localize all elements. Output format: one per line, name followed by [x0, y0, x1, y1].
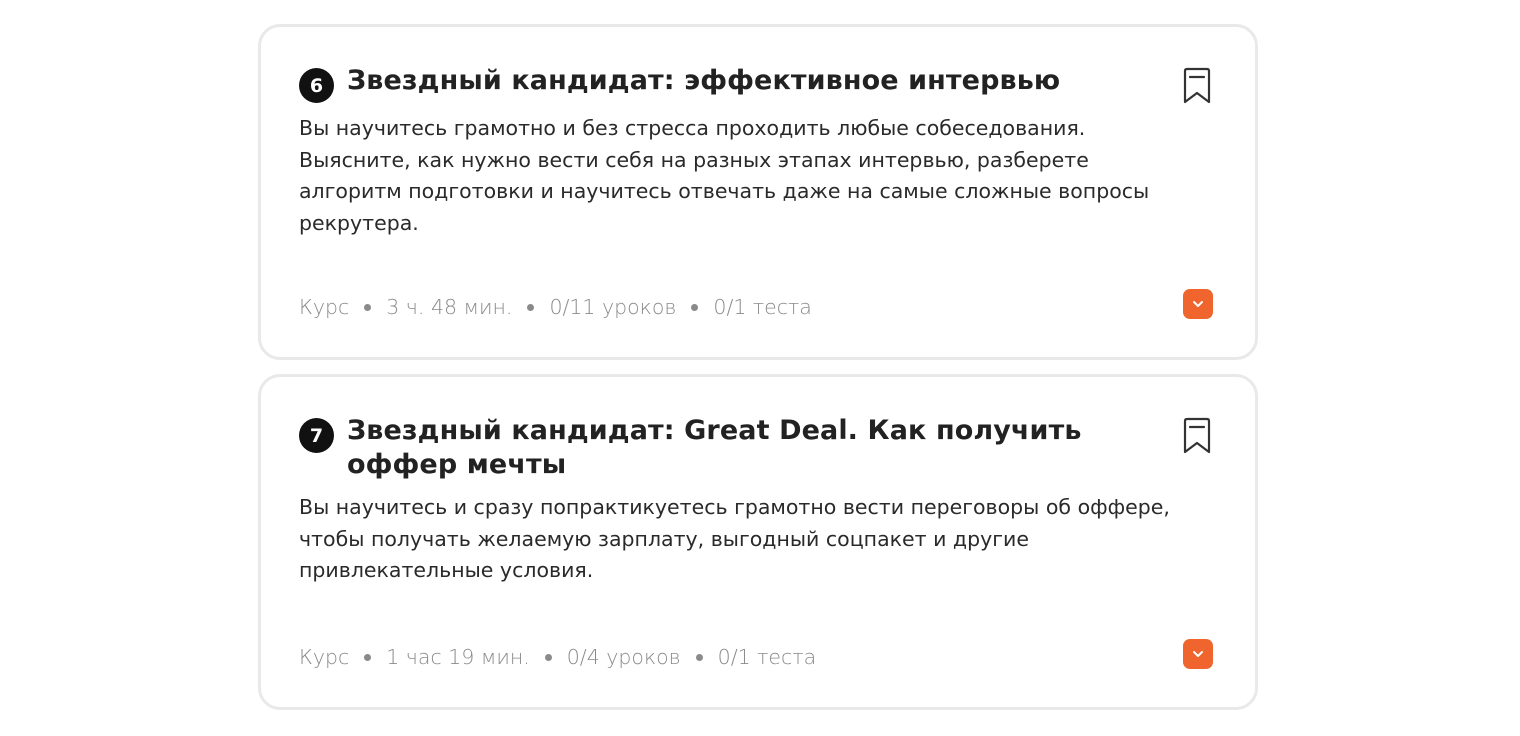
- bookmark-icon[interactable]: [1181, 417, 1213, 455]
- course-number-badge: 7: [299, 418, 334, 453]
- course-card[interactable]: 7 Звездный кандидат: Great Deal. Как пол…: [258, 374, 1258, 710]
- course-tests-progress: 0/1 теста: [713, 295, 812, 319]
- course-title[interactable]: Звездный кандидат: Great Deal. Как получ…: [347, 414, 1151, 482]
- separator-dot: [695, 653, 703, 661]
- course-card[interactable]: 6 Звездный кандидат: эффективное интервь…: [258, 24, 1258, 360]
- course-title[interactable]: Звездный кандидат: эффективное интервью: [347, 64, 1060, 98]
- course-lessons-progress: 0/11 уроков: [549, 295, 677, 319]
- expand-button[interactable]: [1183, 289, 1213, 319]
- course-number-badge: 6: [299, 68, 334, 103]
- course-list: 6 Звездный кандидат: эффективное интервь…: [258, 24, 1258, 724]
- course-duration: 1 час 19 мин.: [386, 645, 530, 669]
- course-meta: Курс 1 час 19 мин. 0/4 уроков 0/1 теста: [299, 645, 816, 669]
- course-duration: 3 ч. 48 мин.: [386, 295, 513, 319]
- course-title-row: 6 Звездный кандидат: эффективное интервь…: [299, 64, 1211, 103]
- course-meta: Курс 3 ч. 48 мин. 0/11 уроков 0/1 теста: [299, 295, 812, 319]
- course-tests-progress: 0/1 теста: [717, 645, 817, 669]
- chevron-down-icon: [1193, 651, 1203, 657]
- separator-dot: [364, 303, 372, 311]
- bookmark-icon[interactable]: [1181, 67, 1213, 105]
- course-title-row: 7 Звездный кандидат: Great Deal. Как пол…: [299, 414, 1211, 482]
- course-type: Курс: [299, 295, 350, 319]
- course-lessons-progress: 0/4 уроков: [566, 645, 681, 669]
- separator-dot: [544, 653, 552, 661]
- chevron-down-icon: [1193, 301, 1203, 307]
- course-type: Курс: [299, 645, 350, 669]
- separator-dot: [364, 653, 372, 661]
- expand-button[interactable]: [1183, 639, 1213, 669]
- course-description: Вы научитесь грамотно и без стресса прох…: [299, 116, 1150, 235]
- separator-dot: [527, 303, 535, 311]
- course-description: Вы научитесь и сразу попрактикуетесь гра…: [299, 495, 1170, 582]
- separator-dot: [691, 303, 699, 311]
